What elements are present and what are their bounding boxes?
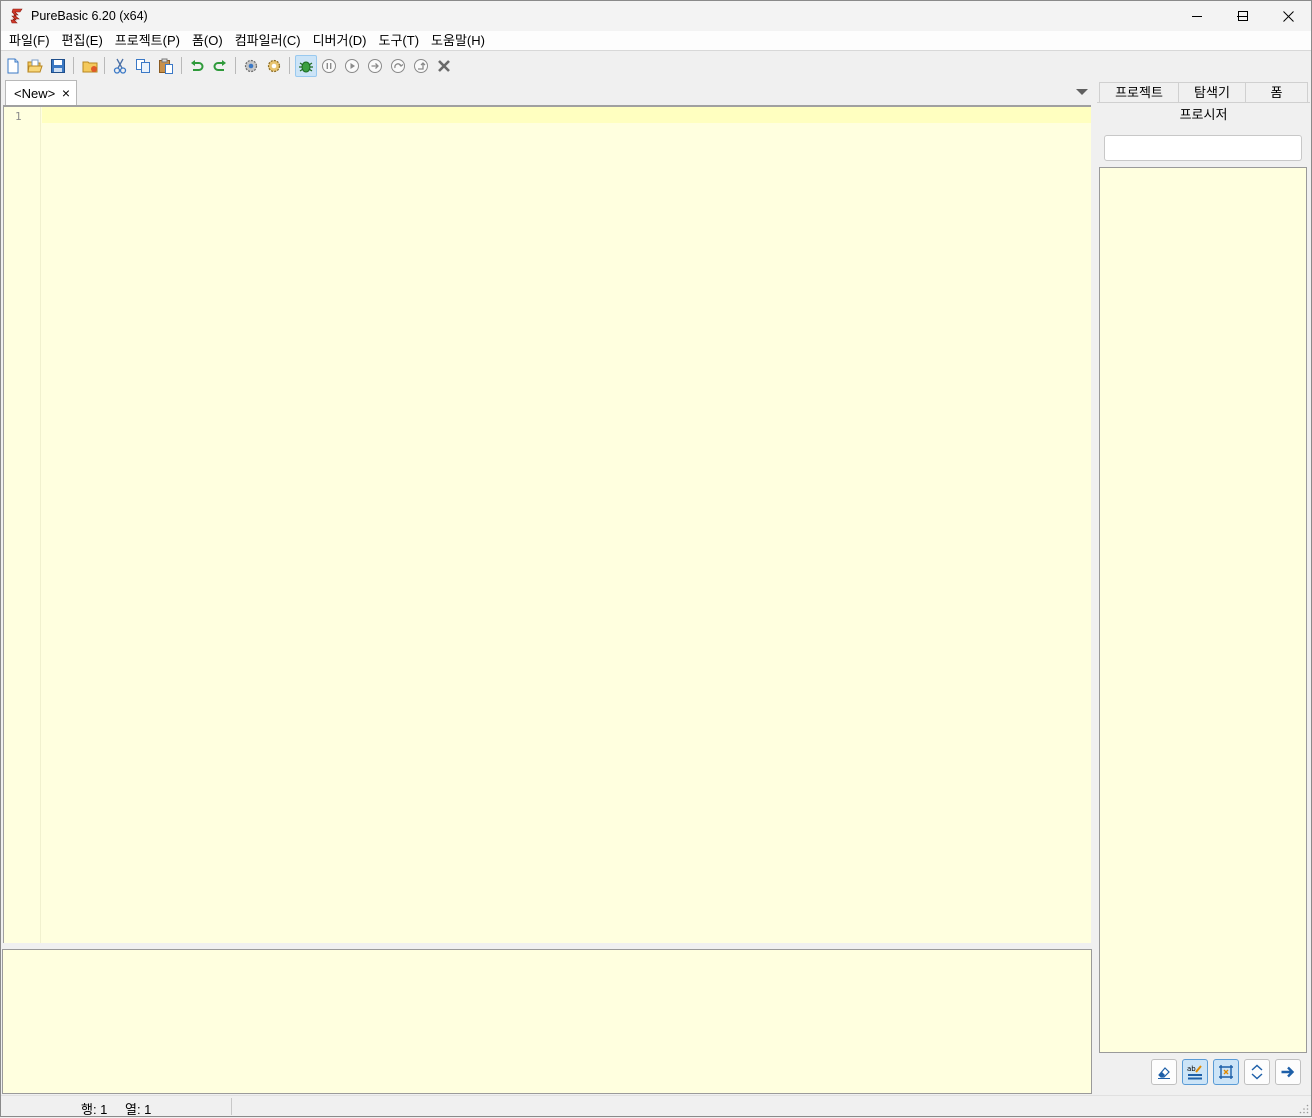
main-window: PureBasic 6.20 (x64) 파일(F) 편집(E) 프로젝트(P)… bbox=[0, 0, 1312, 1117]
group-icon bbox=[1219, 1065, 1233, 1079]
menu-form[interactable]: 폼(O) bbox=[186, 31, 229, 51]
toolbar-separator bbox=[104, 57, 105, 74]
toolbar-separator bbox=[235, 57, 236, 74]
pause-button[interactable] bbox=[318, 55, 340, 77]
undo-icon bbox=[191, 60, 204, 71]
procedure-filter-input[interactable] bbox=[1104, 135, 1302, 161]
cut-icon bbox=[113, 58, 127, 74]
eraser-icon bbox=[1158, 1067, 1170, 1079]
kill-program-button[interactable] bbox=[433, 55, 455, 77]
compile-run-button[interactable] bbox=[240, 55, 262, 77]
pause-icon bbox=[322, 59, 336, 73]
group-markers-button[interactable] bbox=[1213, 1059, 1239, 1085]
goto-arrow-icon bbox=[1281, 1066, 1295, 1078]
status-column-number: 열: 1 bbox=[125, 1102, 152, 1117]
panel-tab-divider bbox=[1097, 102, 1310, 103]
status-bar: 행: 1 열: 1 bbox=[1, 1095, 1311, 1117]
clear-filter-button[interactable] bbox=[1151, 1059, 1177, 1085]
toolbar-separator bbox=[73, 57, 74, 74]
tab-close-icon[interactable]: × bbox=[62, 85, 70, 101]
minimize-icon bbox=[1192, 16, 1202, 17]
new-file-icon bbox=[7, 58, 19, 74]
save-button[interactable] bbox=[47, 55, 69, 77]
kill-icon bbox=[438, 60, 450, 72]
purebasic-logo-icon bbox=[10, 8, 24, 24]
step-out-icon bbox=[414, 59, 428, 73]
close-icon bbox=[1282, 10, 1294, 22]
menu-project[interactable]: 프로젝트(P) bbox=[109, 31, 186, 51]
copy-icon bbox=[136, 59, 150, 73]
expand-collapse-button[interactable] bbox=[1244, 1059, 1270, 1085]
procedure-list[interactable] bbox=[1099, 167, 1307, 1053]
debugger-icon bbox=[299, 61, 313, 73]
panel-tab-project[interactable]: 프로젝트 bbox=[1099, 82, 1179, 103]
editor-tab-strip: <New> × bbox=[1, 79, 1095, 106]
menu-debugger[interactable]: 디버거(D) bbox=[307, 31, 373, 51]
maximize-button-visual[interactable] bbox=[1220, 1, 1266, 31]
open-file-icon bbox=[27, 59, 43, 73]
toolbar bbox=[1, 52, 1311, 79]
step-icon bbox=[368, 59, 382, 73]
menu-help[interactable]: 도움말(H) bbox=[425, 31, 491, 51]
save-icon bbox=[51, 59, 65, 73]
tool-panel: 프로젝트 탐색기 폼 프로시저 ab bbox=[1097, 82, 1310, 1093]
goto-procedure-button[interactable] bbox=[1275, 1059, 1301, 1085]
step-button[interactable] bbox=[364, 55, 386, 77]
minimize-button-visual[interactable] bbox=[1174, 1, 1220, 31]
status-separator bbox=[231, 1098, 232, 1115]
panel-tab-explorer[interactable]: 탐색기 bbox=[1178, 82, 1246, 103]
debugger-toggle-button[interactable] bbox=[295, 55, 317, 77]
code-editor[interactable]: 1 bbox=[3, 105, 1091, 943]
expand-collapse-icon bbox=[1251, 1064, 1263, 1080]
line-number-gutter: 1 bbox=[4, 107, 41, 943]
svg-text:ab: ab bbox=[1187, 1065, 1196, 1073]
close-button[interactable] bbox=[1265, 1, 1311, 31]
procedure-browser-title: 프로시저 bbox=[1179, 107, 1228, 122]
menu-tools[interactable]: 도구(T) bbox=[373, 31, 426, 51]
build-button[interactable] bbox=[263, 55, 285, 77]
title-bar[interactable]: PureBasic 6.20 (x64) bbox=[1, 1, 1311, 31]
run-button[interactable] bbox=[341, 55, 363, 77]
sort-alpha-icon: ab bbox=[1187, 1065, 1202, 1080]
line-number: 1 bbox=[15, 110, 22, 123]
redo-button[interactable] bbox=[209, 55, 231, 77]
open-file-button[interactable] bbox=[24, 55, 46, 77]
toolbar-separator bbox=[289, 57, 290, 74]
compile-run-icon bbox=[244, 59, 258, 73]
tab-label: <New> bbox=[14, 86, 56, 101]
undo-button[interactable] bbox=[186, 55, 208, 77]
resize-grip-icon[interactable] bbox=[1299, 1104, 1309, 1114]
cut-button[interactable] bbox=[109, 55, 131, 77]
menu-file[interactable]: 파일(F) bbox=[3, 31, 56, 51]
toolbar-separator bbox=[181, 57, 182, 74]
panel-tab-form[interactable]: 폼 bbox=[1245, 82, 1308, 103]
menu-compiler[interactable]: 컴파일러(C) bbox=[229, 31, 307, 51]
open-folder-button[interactable] bbox=[79, 55, 101, 77]
paste-button[interactable] bbox=[155, 55, 177, 77]
sort-alphabetically-button[interactable]: ab bbox=[1182, 1059, 1208, 1085]
step-over-icon bbox=[391, 59, 405, 73]
maximize-icon bbox=[1238, 11, 1248, 21]
menu-edit[interactable]: 편집(E) bbox=[56, 31, 109, 51]
new-file-button[interactable] bbox=[2, 55, 24, 77]
redo-icon bbox=[213, 60, 226, 71]
run-icon bbox=[345, 59, 359, 73]
step-out-button[interactable] bbox=[410, 55, 432, 77]
open-folder-icon bbox=[82, 61, 98, 73]
paste-icon bbox=[159, 58, 173, 74]
error-log-panel[interactable] bbox=[2, 949, 1092, 1094]
status-line-number: 행: 1 bbox=[81, 1102, 108, 1117]
window-title: PureBasic 6.20 (x64) bbox=[31, 9, 148, 23]
copy-button[interactable] bbox=[132, 55, 154, 77]
menu-bar: 파일(F) 편집(E) 프로젝트(P) 폼(O) 컴파일러(C) 디버거(D) … bbox=[1, 31, 1311, 51]
build-icon bbox=[267, 59, 281, 73]
current-line-highlight bbox=[42, 107, 1091, 123]
step-over-button[interactable] bbox=[387, 55, 409, 77]
tab-list-dropdown-icon[interactable] bbox=[1076, 89, 1088, 95]
tab-new[interactable]: <New> × bbox=[5, 80, 77, 106]
